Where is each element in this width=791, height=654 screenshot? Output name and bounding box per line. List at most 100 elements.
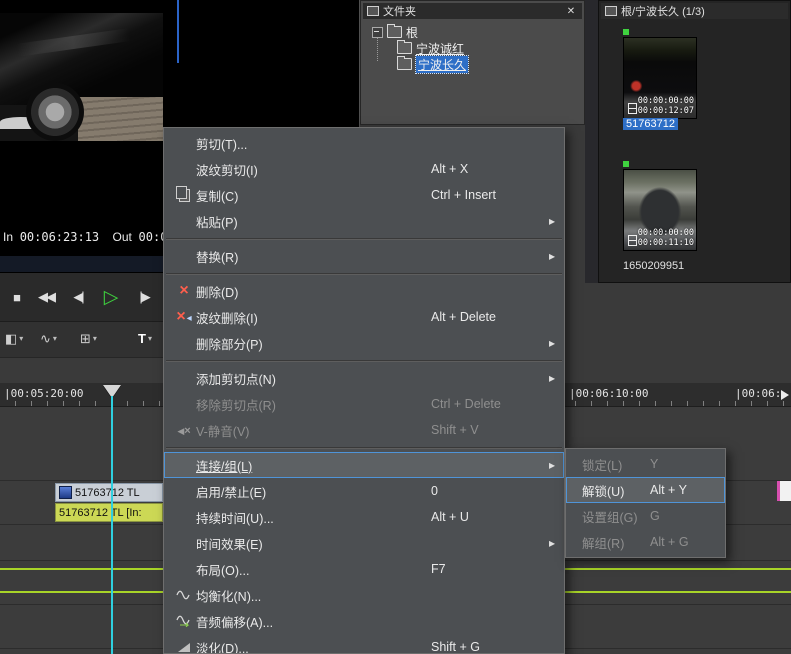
clip-thumbnail[interactable]: 00:00:00:00 00:00:11:10 [623,169,697,251]
edius-window: In 00:06:23:13 Out 00:0 ■ ◀◀ ◀| ▷ |▶ ◧ ▾ … [0,0,791,654]
layout-tool-button[interactable]: ⊞ ▾ [80,331,97,347]
title-tool-button[interactable]: T ▾ [138,331,152,346]
menu-item-label: 粘贴(P) [196,215,238,230]
menu-item-enable-disable[interactable]: 启用/禁止(E) 0 [164,478,564,504]
ruler-timecode: |00:05:20:00 [4,387,84,400]
playhead[interactable] [111,396,113,654]
folder-icon [387,24,402,38]
out-label: Out [112,230,132,244]
menu-item-ripple-cut[interactable]: 波纹剪切(I) Alt + X [164,156,564,182]
submenu-arrow-icon [549,371,555,385]
tree-item-ningbo-chenghong[interactable]: 宁波诚红 [397,40,465,56]
menu-shortcut: Ctrl + Insert [431,188,496,202]
menu-item-label: 删除部分(P) [196,337,263,352]
menu-item-add-cut-point[interactable]: 添加剪切点(N) [164,365,564,391]
tree-item-ningbo-changjiu[interactable]: 宁波长久 [397,54,470,74]
menu-item-normalize[interactable]: 均衡化(N)... [164,582,564,608]
prev-frame-icon: ◀| [73,289,84,304]
menu-item-layout[interactable]: 布局(O)... F7 [164,556,564,582]
submenu-arrow-icon [549,336,555,350]
bin-panel-titlebar[interactable]: 根/宁波长久 (1/3) [601,3,788,19]
panel-divider [585,0,598,283]
menu-shortcut: Alt + X [431,162,469,176]
bin-panel-title: 根/宁波长久 (1/3) [621,6,705,18]
menu-item-ripple-delete[interactable]: 波纹删除(I) Alt + Delete [164,304,564,330]
collapse-icon[interactable] [372,26,383,38]
menu-shortcut: Shift + G [431,640,480,654]
menu-shortcut: Y [650,457,659,471]
menu-shortcut: Alt + U [431,510,469,524]
prev-frame-button[interactable]: ◀| [64,283,92,311]
folder-panel-title: 文件夹 [383,6,416,18]
ruler-timecode: |00:06:10:00 [569,387,649,400]
menu-item-copy[interactable]: 复制(C) Ctrl + Insert [164,182,564,208]
menu-item-remove-cut-point: 移除剪切点(R) Ctrl + Delete [164,391,564,417]
close-icon[interactable]: ✕ [564,5,578,17]
ripple-delete-icon [176,309,191,325]
stop-icon: ■ [13,289,21,305]
pavement [78,97,163,141]
menu-item-fade[interactable]: 淡化(D)... Shift + G [164,634,564,654]
layout-tool-icon: ⊞ [80,331,91,346]
menu-item-cut[interactable]: 剪切(T)... [164,130,564,156]
submenu-arrow-icon [549,249,555,263]
clip-status-dot [623,161,629,167]
menu-item-paste[interactable]: 粘贴(P) [164,208,564,234]
tree-item-label: 宁波诚红 [416,41,465,56]
timeline-clip-video[interactable]: 51763712 TL [55,483,163,502]
menu-item-replace[interactable]: 替换(R) [164,243,564,269]
scroll-right-icon[interactable] [781,390,789,400]
menu-item-audio-offset[interactable]: 音频偏移(A)... [164,608,564,634]
menu-item-v-mute: V-静音(V) Shift + V [164,417,564,443]
submenu-item-lock: 锁定(L) Y [566,451,725,477]
menu-separator [164,356,564,365]
folder-panel-titlebar[interactable]: 文件夹 ✕ [363,3,582,19]
clip-thumbnail[interactable]: 00:00:00:00 00:00:12:07 [623,37,697,119]
rewind-button[interactable]: ◀◀ [32,283,60,311]
menu-item-duration[interactable]: 持续时间(U)... Alt + U [164,504,564,530]
menu-item-label: 删除(D) [196,285,239,300]
menu-item-link-group[interactable]: 连接/组(L) [164,452,564,478]
folder-icon [397,40,412,54]
clip-tc-start: 00:00:00:00 [637,95,694,106]
clip-name[interactable]: 1650209951 [623,260,684,272]
caret-icon: ▾ [92,334,97,343]
submenu-item-unlock[interactable]: 解锁(U) Alt + Y [566,477,725,503]
tree-item-label-selected: 宁波长久 [414,54,470,74]
menu-item-label: 设置组(G) [582,510,638,525]
menu-shortcut: F7 [431,562,446,576]
submenu-arrow-icon [549,214,555,228]
menu-shortcut: Shift + V [431,423,479,437]
next-frame-button[interactable]: |▶ [130,283,158,311]
menu-item-label: 复制(C) [196,189,239,204]
submenu-item-set-group: 设置组(G) G [566,503,725,529]
menu-shortcut: Ctrl + Delete [431,397,501,411]
menu-item-label: 启用/禁止(E) [196,485,267,500]
caret-icon: ▾ [52,334,57,343]
clip-tc-duration: 00:00:11:10 [637,237,694,248]
tree-item-root[interactable]: 根 [372,24,418,40]
curve-tool-button[interactable]: ∿ ▾ [40,331,57,347]
audio-offset-icon [176,615,190,627]
timeline-clip-audio[interactable]: 51763712 TL [In: [55,503,163,522]
menu-item-label: 解组(R) [582,536,625,551]
timeline-clip-label: 51763712 TL [In: [59,506,142,519]
next-frame-icon: |▶ [139,289,150,304]
menu-item-label: 剪切(T)... [196,137,248,152]
menu-item-label: 布局(O)... [196,563,250,578]
menu-shortcut: Alt + Y [650,483,687,497]
menu-item-delete-parts[interactable]: 删除部分(P) [164,330,564,356]
ruler-timecode: |00:06:20:00 [735,387,779,400]
submenu-arrow-icon [549,536,555,550]
delete-icon [179,283,188,299]
trim-mode-button[interactable]: ◧ ▾ [5,331,23,347]
menu-item-label: 添加剪切点(N) [196,372,276,387]
clip-name-selected[interactable]: 51763712 [623,118,678,130]
play-button[interactable]: ▷ [96,283,124,311]
timeline-clip-fragment[interactable] [777,481,791,501]
menu-item-time-effect[interactable]: 时间效果(E) [164,530,564,556]
menu-item-label: 波纹删除(I) [196,311,258,326]
clip-context-menu: 剪切(T)... 波纹剪切(I) Alt + X 复制(C) Ctrl + In… [163,127,565,654]
stop-button[interactable]: ■ [2,283,30,311]
menu-item-delete[interactable]: 删除(D) [164,278,564,304]
